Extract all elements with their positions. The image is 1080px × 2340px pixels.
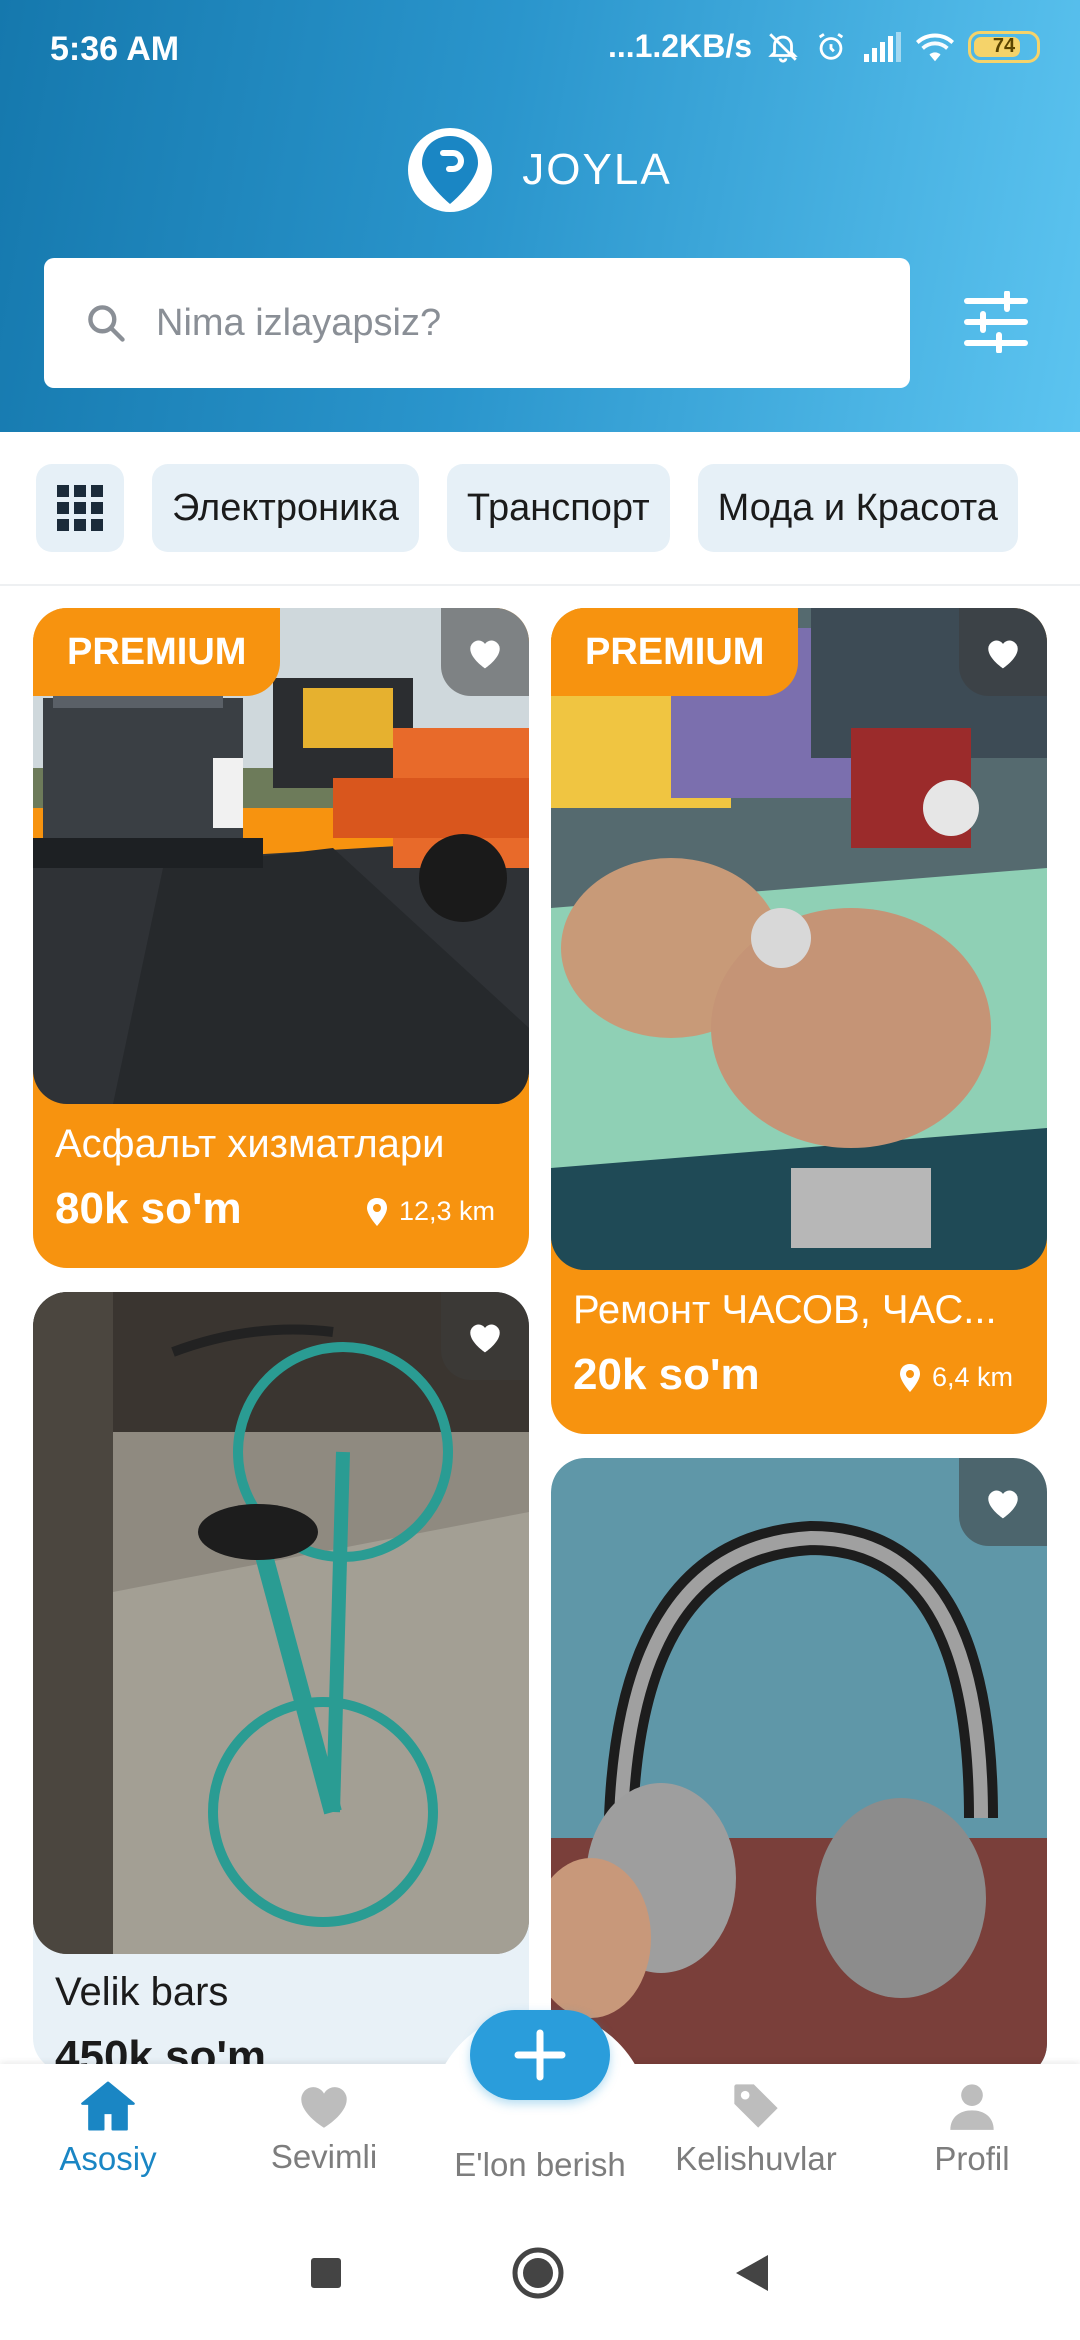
premium-badge: PREMIUM — [551, 608, 799, 696]
listing-card[interactable] — [551, 1458, 1047, 2064]
nav-favorites[interactable]: Sevimli — [216, 2080, 432, 2176]
listing-photo — [33, 1292, 529, 1954]
location-pin-icon — [899, 1363, 920, 1392]
nav-profile[interactable]: Profil — [864, 2080, 1080, 2178]
status-bar: 5:36 AM ...1.2KB/s 74 — [0, 0, 1080, 100]
search-placeholder: Nima izlayapsiz? — [156, 301, 442, 344]
network-speed: ...1.2KB/s — [607, 28, 752, 64]
sliders-icon[interactable] — [956, 282, 1036, 362]
listings-feed: PREMIUM Асфальт хизматлари 80k so'm 12,3… — [0, 588, 1080, 2064]
nav-home[interactable]: Asosiy — [0, 2080, 216, 2178]
nav-post-ad[interactable]: E'lon berish — [432, 2146, 648, 2184]
add-listing-button[interactable] — [470, 2010, 610, 2100]
search-icon — [88, 305, 125, 342]
plus-icon — [514, 2029, 566, 2081]
category-chip-transport[interactable]: Транспорт — [446, 464, 670, 552]
screen: 5:36 AM ...1.2KB/s 74 JOYLA Nima izlayap… — [0, 0, 1080, 2340]
listing-card[interactable]: PREMIUM Асфальт хизматлари 80k so'm 12,3… — [33, 608, 529, 1268]
listing-distance-text: 12,3 km — [398, 1196, 495, 1226]
premium-badge: PREMIUM — [33, 608, 281, 696]
nav-label-profile: Profil — [934, 2140, 1010, 2177]
status-time: 5:36 AM — [50, 30, 180, 68]
category-chip-electronics[interactable]: Электроника — [152, 464, 419, 552]
system-nav-bar — [0, 2210, 1080, 2340]
battery-icon: 74 — [968, 30, 1040, 63]
home-system-button[interactable] — [512, 2247, 564, 2304]
listing-price: 80k so'm — [55, 1184, 242, 1233]
listing-title: Асфальт хизматлари — [55, 1122, 445, 1166]
recents-button[interactable] — [310, 2257, 342, 2294]
person-icon — [950, 2084, 994, 2130]
heart-icon[interactable] — [441, 1292, 529, 1380]
listing-title: Ремонт ЧАСОВ, ЧАС... — [573, 1288, 997, 1332]
tag-icon — [734, 2084, 778, 2128]
nav-label-home: Asosiy — [59, 2140, 157, 2177]
listing-photo — [551, 608, 1047, 1270]
back-button[interactable] — [734, 2253, 770, 2298]
location-pin-logo-icon — [408, 128, 493, 212]
nav-label-deals: Kelishuvlar — [675, 2140, 837, 2177]
heart-icon[interactable] — [441, 608, 529, 696]
signal-icon — [864, 31, 901, 62]
listing-photo — [551, 1458, 1047, 2064]
brand-name: JOYLA — [522, 145, 672, 194]
listing-price: 20k so'm — [573, 1350, 760, 1399]
heart-icon — [301, 2087, 347, 2128]
nav-deals[interactable]: Kelishuvlar — [648, 2080, 864, 2178]
header: 5:36 AM ...1.2KB/s 74 JOYLA Nima izlayap… — [0, 0, 1080, 432]
listing-card[interactable]: PREMIUM Ремонт ЧАСОВ, ЧАС... 20k so'm 6,… — [551, 608, 1047, 1434]
category-chip-fashion[interactable]: Мода и Красота — [697, 464, 1018, 552]
listing-price: 450k so'm — [55, 2032, 267, 2064]
listing-distance: 6,4 km — [898, 1362, 1013, 1393]
listing-distance-text: 6,4 km — [931, 1362, 1013, 1392]
wifi-icon — [916, 32, 954, 61]
category-bar: Электроника Транспорт Мода и Красота — [0, 432, 1080, 586]
status-icons: ...1.2KB/s 74 — [608, 28, 1040, 65]
home-icon — [81, 2081, 135, 2131]
listing-distance: 12,3 km — [365, 1196, 495, 1227]
alarm-icon — [818, 32, 844, 60]
nav-label-favorites: Sevimli — [270, 2138, 378, 2175]
mute-bell-icon — [768, 32, 798, 63]
heart-icon[interactable] — [959, 1458, 1047, 1546]
search-input[interactable]: Nima izlayapsiz? — [44, 258, 910, 388]
location-pin-icon — [366, 1197, 387, 1226]
battery-level: 74 — [992, 35, 1016, 57]
heart-icon[interactable] — [959, 608, 1047, 696]
listing-card[interactable]: Velik bars 450k so'm — [33, 1292, 529, 2064]
nav-label-post-ad: E'lon berish — [454, 2146, 626, 2183]
grid-icon[interactable] — [36, 464, 124, 552]
brand: JOYLA — [0, 128, 1080, 212]
listing-title: Velik bars — [55, 1970, 229, 2014]
